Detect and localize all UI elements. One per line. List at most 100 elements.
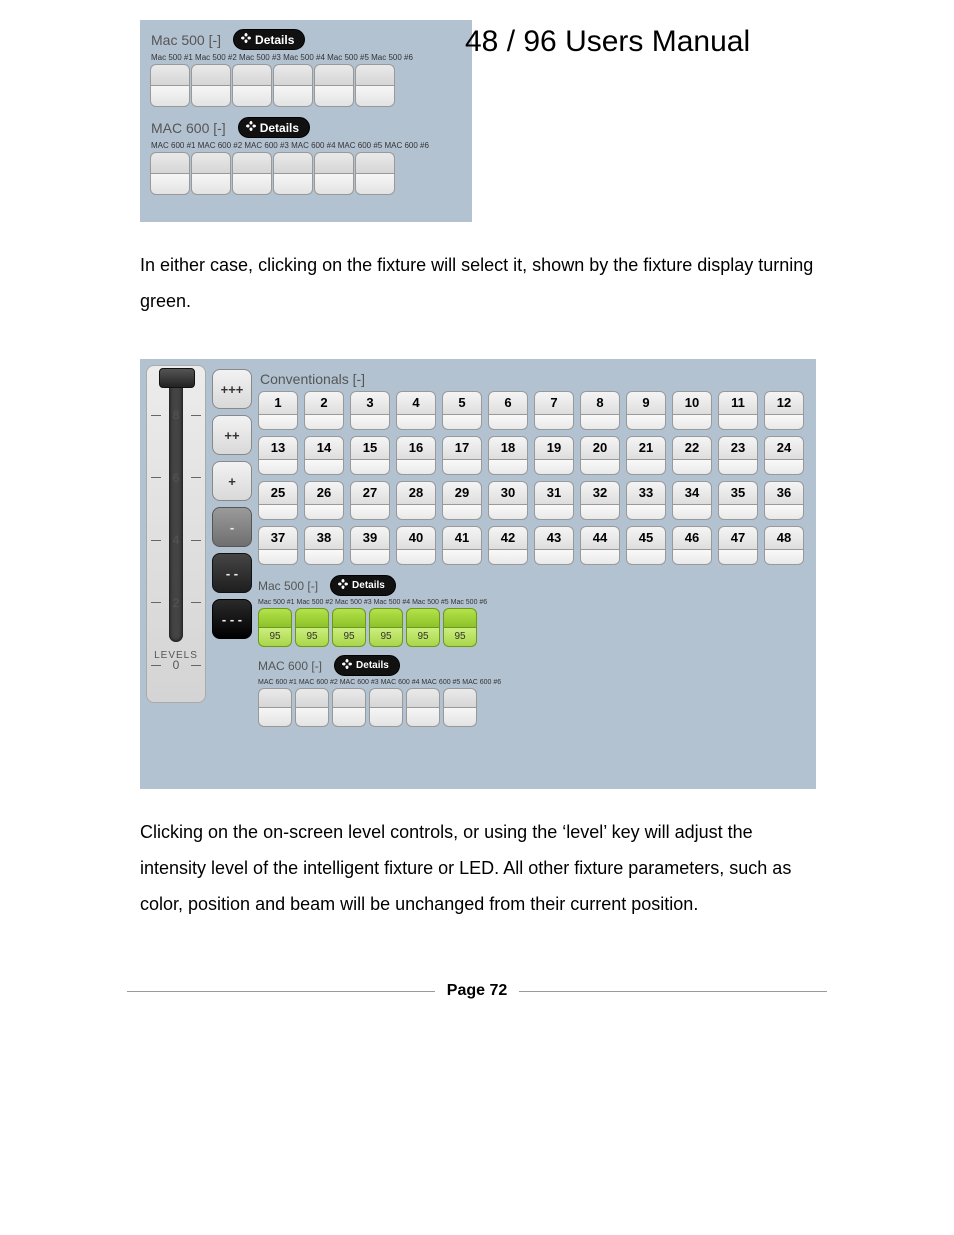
- fixture-cell[interactable]: [274, 64, 312, 107]
- conventional-cell[interactable]: 16: [396, 436, 436, 475]
- fixture-cell[interactable]: [233, 64, 271, 107]
- fixture-cell[interactable]: 95: [258, 608, 292, 647]
- mac500-group-title: Mac 500 [-]: [258, 579, 318, 593]
- conventional-cell[interactable]: 48: [764, 526, 804, 565]
- conventional-cell[interactable]: 18: [488, 436, 528, 475]
- level-step-button[interactable]: - -: [212, 553, 252, 593]
- conventional-cell[interactable]: 23: [718, 436, 758, 475]
- conventional-cell[interactable]: 28: [396, 481, 436, 520]
- conventional-cell[interactable]: 7: [534, 391, 574, 430]
- conventional-cell[interactable]: 37: [258, 526, 298, 565]
- conventional-cell[interactable]: 20: [580, 436, 620, 475]
- conventional-cell[interactable]: 3: [350, 391, 390, 430]
- conventional-cell[interactable]: 46: [672, 526, 712, 565]
- fixture-cell[interactable]: [443, 688, 477, 727]
- conventional-cell[interactable]: 27: [350, 481, 390, 520]
- conventional-cell[interactable]: 2: [304, 391, 344, 430]
- level-steppers: ++++++-- -- - -: [212, 369, 252, 783]
- fixture-cell[interactable]: [192, 64, 230, 107]
- details-button-mac500-main[interactable]: Details: [330, 575, 396, 596]
- fan-icon: [341, 658, 353, 673]
- fixture-cell[interactable]: [332, 688, 366, 727]
- conventional-cell[interactable]: 35: [718, 481, 758, 520]
- conventional-cell[interactable]: 1: [258, 391, 298, 430]
- level-step-button[interactable]: +: [212, 461, 252, 501]
- conventional-cell[interactable]: 47: [718, 526, 758, 565]
- conventional-cell[interactable]: 34: [672, 481, 712, 520]
- conventional-cell[interactable]: 11: [718, 391, 758, 430]
- fixture-cell[interactable]: [151, 152, 189, 195]
- fixture-cell[interactable]: [192, 152, 230, 195]
- conventional-cell[interactable]: 13: [258, 436, 298, 475]
- conventional-cell[interactable]: 44: [580, 526, 620, 565]
- conventional-cell[interactable]: 29: [442, 481, 482, 520]
- details-button-mac600[interactable]: Details: [238, 117, 310, 138]
- fixture-cell[interactable]: 95: [295, 608, 329, 647]
- fixture-cell[interactable]: [295, 688, 329, 727]
- fixture-cell[interactable]: [151, 64, 189, 107]
- conventional-cell[interactable]: 42: [488, 526, 528, 565]
- fixture-cell[interactable]: [356, 64, 394, 107]
- conventional-cell[interactable]: 45: [626, 526, 666, 565]
- page-title: 48 / 96 Users Manual: [465, 25, 750, 59]
- mac600-main-labels: MAC 600 #1 MAC 600 #2 MAC 600 #3 MAC 600…: [258, 679, 810, 686]
- conventional-cell[interactable]: 38: [304, 526, 344, 565]
- fixture-cell[interactable]: [233, 152, 271, 195]
- conventional-cell[interactable]: 12: [764, 391, 804, 430]
- gauge-tick: 4: [151, 533, 201, 547]
- fixture-cell[interactable]: 95: [332, 608, 366, 647]
- fixture-cell[interactable]: [274, 152, 312, 195]
- mac600-labels: MAC 600 #1 MAC 600 #2 MAC 600 #3 MAC 600…: [151, 141, 461, 150]
- fixture-cell[interactable]: [315, 64, 353, 107]
- fixture-cell[interactable]: 95: [406, 608, 440, 647]
- fixture-cell[interactable]: [406, 688, 440, 727]
- conventional-cell[interactable]: 33: [626, 481, 666, 520]
- details-label: Details: [255, 33, 294, 47]
- conventional-cell[interactable]: 19: [534, 436, 574, 475]
- conventional-cell[interactable]: 4: [396, 391, 436, 430]
- level-step-button[interactable]: - - -: [212, 599, 252, 639]
- level-step-button[interactable]: -: [212, 507, 252, 547]
- conventional-cell[interactable]: 9: [626, 391, 666, 430]
- fixture-cell[interactable]: [369, 688, 403, 727]
- conventional-cell[interactable]: 21: [626, 436, 666, 475]
- conventional-cell[interactable]: 15: [350, 436, 390, 475]
- conventional-cell[interactable]: 24: [764, 436, 804, 475]
- conventional-cell[interactable]: 14: [304, 436, 344, 475]
- paragraph-1: In either case, clicking on the fixture …: [140, 247, 820, 319]
- conventional-cell[interactable]: 31: [534, 481, 574, 520]
- conventional-cell[interactable]: 5: [442, 391, 482, 430]
- level-step-button[interactable]: ++: [212, 415, 252, 455]
- conventional-cell[interactable]: 26: [304, 481, 344, 520]
- fan-icon: [337, 578, 349, 593]
- conventional-cell[interactable]: 25: [258, 481, 298, 520]
- conventional-cell[interactable]: 40: [396, 526, 436, 565]
- level-step-button[interactable]: +++: [212, 369, 252, 409]
- fixture-cell[interactable]: [356, 152, 394, 195]
- fan-icon: [240, 32, 252, 47]
- conventional-cell[interactable]: 43: [534, 526, 574, 565]
- group-mac600-title: MAC 600 [-]: [151, 120, 226, 136]
- conventional-cell[interactable]: 8: [580, 391, 620, 430]
- conventional-cell[interactable]: 41: [442, 526, 482, 565]
- conventional-cell[interactable]: 32: [580, 481, 620, 520]
- details-label: Details: [352, 580, 385, 591]
- fixture-cell[interactable]: 95: [369, 608, 403, 647]
- fixture-panel-main: 86420 LEVELS ++++++-- -- - - Conventiona…: [140, 359, 816, 789]
- conventional-cell[interactable]: 22: [672, 436, 712, 475]
- mac500-labels: Mac 500 #1 Mac 500 #2 Mac 500 #3 Mac 500…: [151, 53, 461, 62]
- group-mac500-title: Mac 500 [-]: [151, 32, 221, 48]
- gauge-tick: 8: [151, 408, 201, 422]
- details-button-mac600-main[interactable]: Details: [334, 655, 400, 676]
- conventional-cell[interactable]: 36: [764, 481, 804, 520]
- details-button-mac500[interactable]: Details: [233, 29, 305, 50]
- level-gauge[interactable]: 86420 LEVELS: [146, 365, 206, 703]
- fixture-cell[interactable]: 95: [443, 608, 477, 647]
- conventional-cell[interactable]: 10: [672, 391, 712, 430]
- conventional-cell[interactable]: 30: [488, 481, 528, 520]
- conventional-cell[interactable]: 39: [350, 526, 390, 565]
- fixture-cell[interactable]: [315, 152, 353, 195]
- conventional-cell[interactable]: 6: [488, 391, 528, 430]
- fixture-cell[interactable]: [258, 688, 292, 727]
- conventional-cell[interactable]: 17: [442, 436, 482, 475]
